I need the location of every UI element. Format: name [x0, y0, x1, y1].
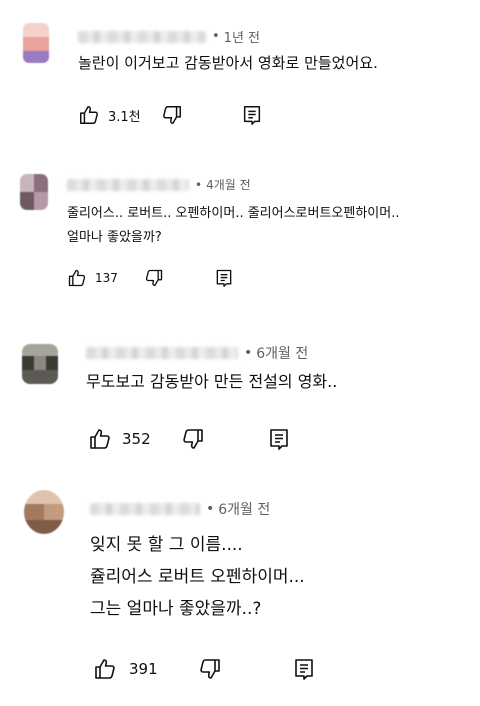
comment: • 4개월 전 줄리어스.. 로버트.. 오펜하이머.. 줄리어스로버트오펜하이… — [0, 150, 480, 320]
comment-text: 줄리어스.. 로버트.. 오펜하이머.. 줄리어스로버트오펜하이머.. 얼마나 … — [67, 206, 400, 245]
username[interactable] — [78, 30, 206, 43]
avatar[interactable] — [24, 490, 64, 534]
thumbs-up-icon — [88, 427, 112, 451]
avatar-pixel — [34, 356, 46, 370]
comment: • 1년 전 놀란이 이거보고 감동받아서 영화로 만들었어요. 3.1천 — [0, 0, 480, 150]
avatar-pixel — [34, 192, 48, 210]
avatar-pixel — [46, 356, 58, 370]
reply-icon — [241, 104, 263, 126]
separator: • — [206, 501, 215, 517]
comment-actions: 352 — [88, 426, 291, 452]
avatar[interactable] — [20, 174, 48, 210]
comment-header: • 6개월 전 — [90, 499, 270, 519]
reply-button[interactable] — [292, 657, 316, 681]
timestamp[interactable]: 6개월 전 — [256, 343, 308, 363]
avatar-pixel — [23, 23, 49, 37]
reply-icon — [292, 657, 316, 681]
thumbs-down-icon — [198, 657, 222, 681]
avatar-pixel — [44, 504, 64, 520]
avatar[interactable] — [22, 344, 58, 384]
timestamp[interactable]: 6개월 전 — [218, 499, 270, 519]
avatar-pixel — [22, 356, 34, 370]
avatar-pixel — [24, 490, 64, 504]
username[interactable] — [86, 347, 238, 359]
like-button[interactable]: 352 — [88, 427, 151, 451]
timestamp[interactable]: 4개월 전 — [206, 176, 251, 193]
separator: • — [212, 29, 220, 44]
comment: • 6개월 전 잊지 못 할 그 이름.... 쥴리어스 로버트 오펜하이머..… — [0, 480, 480, 706]
comment: • 6개월 전 무도보고 감동받아 만든 전설의 영화.. 352 — [0, 320, 480, 480]
separator: • — [244, 345, 253, 361]
thumbs-up-icon — [78, 104, 100, 126]
timestamp[interactable]: 1년 전 — [224, 27, 260, 46]
comment-actions: 391 — [93, 656, 316, 682]
thumbs-up-icon — [67, 268, 87, 288]
avatar-pixel — [22, 370, 58, 384]
avatar-pixel — [20, 174, 34, 192]
comment-actions: 137 — [67, 267, 234, 289]
comment-actions: 3.1천 — [78, 103, 263, 127]
avatar-pixel — [24, 504, 44, 520]
reply-button[interactable] — [267, 427, 291, 451]
comment-header: • 6개월 전 — [86, 343, 308, 363]
avatar-pixel — [22, 344, 58, 356]
thumbs-up-icon — [93, 657, 117, 681]
like-button[interactable]: 137 — [67, 268, 118, 288]
avatar-pixel — [23, 51, 49, 63]
reply-button[interactable] — [241, 104, 263, 126]
like-button[interactable]: 3.1천 — [78, 104, 141, 126]
dislike-button[interactable] — [161, 104, 183, 126]
like-count: 352 — [122, 430, 151, 448]
comment-text: 무도보고 감동받아 만든 전설의 영화.. — [86, 372, 338, 391]
avatar-pixel — [24, 520, 64, 534]
dislike-button[interactable] — [181, 427, 205, 451]
thumbs-down-icon — [161, 104, 183, 126]
reply-button[interactable] — [214, 268, 234, 288]
like-count: 137 — [95, 271, 118, 285]
like-count: 3.1천 — [108, 109, 141, 125]
avatar-pixel — [20, 192, 34, 210]
avatar-pixel — [23, 37, 49, 51]
username[interactable] — [90, 503, 200, 515]
reply-icon — [267, 427, 291, 451]
like-count: 391 — [129, 660, 158, 678]
reply-icon — [214, 268, 234, 288]
comment-header: • 4개월 전 — [67, 176, 251, 193]
thumbs-down-icon — [181, 427, 205, 451]
avatar-pixel — [34, 174, 48, 192]
avatar[interactable] — [23, 23, 49, 63]
comment-header: • 1년 전 — [78, 27, 260, 46]
thumbs-down-icon — [144, 268, 164, 288]
comment-text: 놀란이 이거보고 감동받아서 영화로 만들었어요. — [78, 54, 378, 72]
separator: • — [195, 177, 203, 192]
username[interactable] — [67, 178, 189, 191]
like-button[interactable]: 391 — [93, 657, 158, 681]
comment-text: 잊지 못 할 그 이름.... 쥴리어스 로버트 오펜하이머... 그는 얼마나… — [90, 535, 305, 619]
dislike-button[interactable] — [198, 657, 222, 681]
dislike-button[interactable] — [144, 268, 164, 288]
